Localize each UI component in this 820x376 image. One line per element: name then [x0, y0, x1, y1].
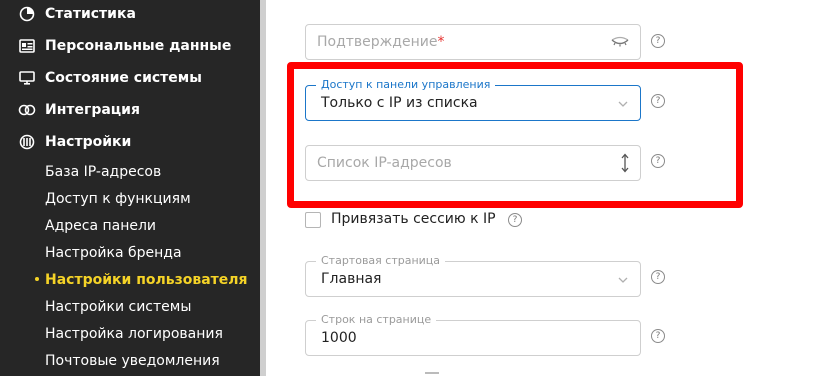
sidebar-subitem-brand-settings[interactable]: Настройка бренда: [45, 241, 182, 265]
sidebar-subitem-system-settings[interactable]: Настройки системы: [45, 295, 191, 319]
sidebar-subitem-email-notifications[interactable]: Почтовые уведомления: [45, 349, 220, 373]
sidebar-item-statistics[interactable]: Статистика: [18, 1, 136, 27]
personal-data-icon: [18, 37, 36, 55]
ip-list-field[interactable]: Список IP-адресов: [305, 145, 641, 181]
resize-icon[interactable]: [620, 153, 630, 173]
start-page-label: Стартовая страница: [316, 254, 446, 267]
sidebar-item-label: Состояние системы: [45, 70, 202, 86]
panel-access-label: Доступ к панели управления: [316, 78, 496, 91]
rows-per-page-input[interactable]: Строк на странице 1000: [305, 313, 641, 356]
chevron-down-icon: [616, 96, 630, 110]
sidebar-subitem-panel-addresses[interactable]: Адреса панели: [45, 214, 156, 238]
sidebar-item-label: Настройки: [45, 134, 132, 150]
monitor-icon: [18, 69, 36, 87]
integration-icon: [18, 101, 36, 119]
sidebar-subitem-user-settings[interactable]: Настройки пользователя: [45, 268, 248, 292]
sidebar-scrollbar[interactable]: [260, 0, 266, 376]
start-page-select[interactable]: Стартовая страница Главная: [305, 254, 641, 297]
chevron-down-icon: [616, 272, 630, 286]
required-mark: *: [437, 34, 445, 50]
sidebar-item-settings[interactable]: Настройки: [18, 129, 131, 155]
sidebar-item-system-status[interactable]: Состояние системы: [18, 65, 202, 91]
next-field-label-partial: [425, 372, 439, 374]
help-icon[interactable]: ?: [651, 270, 665, 284]
eye-closed-icon[interactable]: [610, 34, 630, 50]
rows-per-page-label: Строк на странице: [316, 313, 437, 326]
start-page-value: Главная: [321, 271, 382, 287]
help-icon[interactable]: ?: [651, 94, 665, 108]
settings-icon: [18, 133, 36, 151]
rows-per-page-value: 1000: [321, 330, 357, 346]
bind-session-checkbox[interactable]: [305, 212, 321, 228]
help-icon[interactable]: ?: [508, 213, 522, 227]
sidebar: Статистика Персональные данные Состояние…: [0, 0, 260, 376]
sidebar-subitem-logging-settings[interactable]: Настройка логирования: [45, 322, 223, 346]
help-icon[interactable]: ?: [651, 154, 665, 168]
sidebar-item-label: Статистика: [45, 6, 136, 22]
sidebar-item-label: Персональные данные: [45, 38, 232, 54]
sidebar-subitem-ip-base[interactable]: База IP-адресов: [45, 160, 161, 184]
active-indicator-dot: [35, 277, 39, 281]
help-icon[interactable]: ?: [651, 329, 665, 343]
ip-list-placeholder: Список IP-адресов: [317, 155, 452, 171]
panel-access-select[interactable]: Доступ к панели управления Только с IP и…: [305, 78, 641, 121]
panel-access-value: Только с IP из списка: [321, 95, 478, 111]
password-confirm-placeholder: Подтверждение*: [317, 34, 445, 50]
sidebar-item-integration[interactable]: Интеграция: [18, 97, 140, 123]
statistics-icon: [18, 5, 36, 23]
bind-session-label: Привязать сессию к IP: [331, 211, 496, 227]
help-icon[interactable]: ?: [651, 34, 665, 48]
sidebar-subitem-function-access[interactable]: Доступ к функциям: [45, 187, 191, 211]
password-confirm-field[interactable]: Подтверждение*: [305, 24, 641, 60]
sidebar-item-personal-data[interactable]: Персональные данные: [18, 33, 231, 59]
sidebar-item-label: Интеграция: [45, 102, 140, 118]
